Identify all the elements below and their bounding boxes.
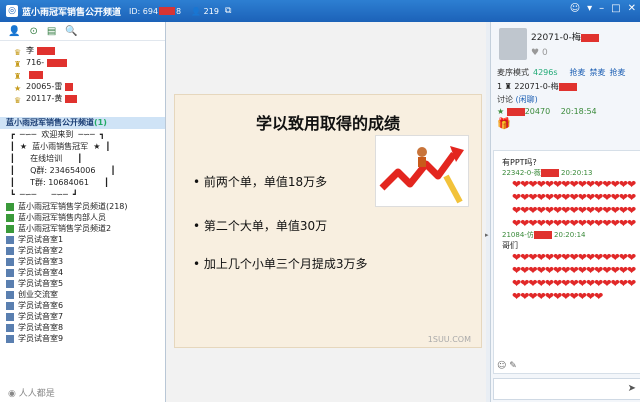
list-item[interactable]: ♛ 李 — [14, 45, 165, 57]
chat-message: 有PPT吗? — [502, 158, 537, 167]
room-list: 蓝小雨冠军销售学员频道(218) 蓝小雨冠军销售内部人员 蓝小雨冠军销售学员频道… — [0, 201, 165, 344]
mode-label: 麦序模式 — [497, 68, 529, 77]
location-icon[interactable]: ⊙ — [29, 26, 37, 37]
rank-icon: ♛ — [14, 47, 22, 57]
channel-banner-row: ┃ Q群: 234654006 ┃ — [10, 166, 116, 175]
hearts-emoji-block: ❤❤❤❤❤❤❤❤❤❤❤❤❤❤❤❤❤❤❤❤❤❤❤❤❤❤❤❤❤❤❤❤❤❤❤❤❤❤❤❤… — [512, 251, 636, 303]
room-icon — [6, 323, 14, 332]
slide-watermark: 1SUU.COM — [427, 335, 471, 344]
list-item[interactable]: ♛ 20117-黄 — [14, 93, 165, 105]
room-item[interactable]: 蓝小雨冠军销售学员频道(218) — [0, 201, 165, 212]
grab-mic-link-2[interactable]: 抢麦 — [610, 66, 626, 80]
slide-title: 学以致用取得的成绩 — [255, 114, 400, 133]
online-count: 👤 219 — [191, 6, 219, 16]
room-icon — [6, 235, 14, 244]
room-item[interactable]: 学员试音室5 — [0, 278, 165, 289]
emoji-icon[interactable]: ☺ ✎ — [497, 361, 517, 371]
avatar[interactable] — [499, 28, 527, 60]
room-icon — [6, 257, 14, 266]
room-icon — [6, 213, 14, 222]
share-icon[interactable]: ⧉ — [225, 6, 231, 16]
list-item[interactable]: ★ 20065-雷 — [14, 81, 165, 93]
room-item[interactable]: 学员试音室1 — [0, 234, 165, 245]
maximize-button[interactable]: □ — [611, 3, 620, 14]
chat-meta: 22342-0-薇 20:20:13 — [502, 169, 593, 177]
chat-meta: 21084-仿 20:20:14 — [502, 231, 586, 239]
grab-mic-link[interactable]: 抢麦 — [570, 66, 586, 80]
chat-input[interactable]: ➤ — [493, 378, 640, 400]
room-icon — [6, 301, 14, 310]
room-id: ID: 694 8 — [129, 6, 182, 16]
room-icon — [6, 279, 14, 288]
app-icon: ◎ — [6, 5, 18, 17]
skin-icon[interactable]: ☺ — [570, 3, 580, 14]
menu-icon[interactable]: ▾ — [587, 3, 592, 14]
chat-log: 有PPT吗? 22342-0-薇 20:20:13 ❤❤❤❤❤❤❤❤❤❤❤❤❤❤… — [493, 150, 640, 374]
room-icon — [6, 246, 14, 255]
slide-bullet: • 前两个单，单值18万多 — [193, 175, 328, 189]
minimize-button[interactable]: – — [599, 3, 604, 14]
profile-name: 22071-0-梅 — [531, 30, 599, 43]
rank-icon: ♛ — [14, 95, 22, 105]
notes-icon[interactable]: ▤ — [47, 26, 56, 37]
close-button[interactable]: ✕ — [628, 3, 636, 14]
gift-icon: 🎁 — [497, 117, 511, 130]
presentation-area: 学以致用取得的成绩 • 前两个单，单值18万多 • 第二个大单，单值30万 • … — [166, 22, 489, 402]
room-item[interactable]: 学员试音室4 — [0, 267, 165, 278]
mute-mic-link[interactable]: 禁麦 — [590, 66, 606, 80]
slide: 学以致用取得的成绩 • 前两个单，单值18万多 • 第二个大单，单值30万 • … — [174, 94, 482, 348]
room-icon — [6, 224, 14, 233]
hearts-emoji-block: ❤❤❤❤❤❤❤❤❤❤❤❤❤❤❤❤❤❤❤❤❤❤❤❤❤❤❤❤❤❤❤❤❤❤❤❤❤❤❤❤… — [512, 178, 636, 230]
room-item[interactable]: 学员试音室2 — [0, 245, 165, 256]
channel-panel: 👤 ⊙ ▤ 🔍 ♛ 李 ♜ 716- ♜ ★ 20065-雷 ♛ 20117-黄 蓝小雨… — [0, 22, 166, 402]
room-item[interactable]: 蓝小雨冠军销售学员频道2 — [0, 223, 165, 234]
rank-icon: ♜ — [14, 71, 22, 81]
user-list: ♛ 李 ♜ 716- ♜ ★ 20065-雷 ♛ 20117-黄 — [0, 41, 165, 107]
search-icon[interactable]: 🔍 — [65, 26, 77, 37]
room-item[interactable]: 学员试音室7 — [0, 311, 165, 322]
watermark: ◉ 人人都是 — [8, 389, 55, 399]
chat-message: 哥们 — [502, 241, 518, 250]
info-panel: 22071-0-梅 ♥ 0 麦序模式 4296s 抢麦 禁麦 抢麦 1 ♜ 22… — [490, 22, 640, 402]
send-icon[interactable]: ➤ — [628, 383, 636, 394]
left-toolbar: 👤 ⊙ ▤ 🔍 — [0, 22, 165, 41]
channel-header[interactable]: 蓝小雨冠军销售公开频道(1) — [0, 117, 165, 129]
profile-card: 22071-0-梅 ♥ 0 — [491, 22, 640, 66]
room-item[interactable]: 学员试音室8 — [0, 322, 165, 333]
room-icon — [6, 334, 14, 343]
slide-bullet: • 第二个大单，单值30万 — [193, 219, 328, 233]
growth-chart-illustration — [375, 135, 469, 207]
rank-icon: ♜ — [14, 59, 22, 69]
mic-mode-bar: 麦序模式 4296s 抢麦 禁麦 抢麦 — [491, 66, 640, 80]
room-icon — [6, 290, 14, 299]
room-icon — [6, 268, 14, 277]
list-item[interactable]: ♜ 716- — [14, 57, 165, 69]
room-item[interactable]: 学员试音室3 — [0, 256, 165, 267]
room-item[interactable]: 学员试音室9 — [0, 333, 165, 344]
room-icon — [6, 202, 14, 211]
mode-value: 4296s — [533, 68, 558, 77]
discussion-entry: ★ 20470 20:18:54 — [497, 107, 597, 116]
mic-queue-entry[interactable]: 1 ♜ 22071-0-梅 — [491, 80, 640, 94]
room-item[interactable]: 蓝小雨冠军销售内部人员 — [0, 212, 165, 223]
room-item[interactable]: 创业交流室 — [0, 289, 165, 300]
like-count[interactable]: ♥ 0 — [531, 48, 548, 58]
title-bar: ◎ 蓝小雨冠军销售公开频道 ID: 694 8 👤 219 ⧉ ☺ ▾ – □ ✕ — [0, 0, 640, 22]
discussion-header: 讨论 (闲聊) — [497, 95, 538, 104]
window-title: 蓝小雨冠军销售公开频道 — [22, 7, 122, 18]
channel-banner-row: ┏ ─∽─ 欢迎来到 ─∽─ ┓ — [10, 130, 105, 139]
channel-banner-row: ┃ ★ 蓝小雨销售冠军 ★ ┃ — [10, 142, 111, 151]
channel-banner-row: ┃ 在线培训 ┃ — [10, 154, 83, 163]
list-item[interactable]: ♜ — [14, 69, 165, 81]
user-icon[interactable]: 👤 — [8, 26, 20, 37]
slide-bullet: • 加上几个小单三个月提成3万多 — [193, 257, 368, 271]
room-icon — [6, 312, 14, 321]
rank-icon: ★ — [14, 83, 22, 93]
channel-banner-row: ┃ T群: 10684061 ┃ — [10, 178, 109, 187]
room-item[interactable]: 学员试音室6 — [0, 300, 165, 311]
channel-banner-row: ┗ ─∽─ ─∽─ ┛ — [10, 190, 78, 199]
